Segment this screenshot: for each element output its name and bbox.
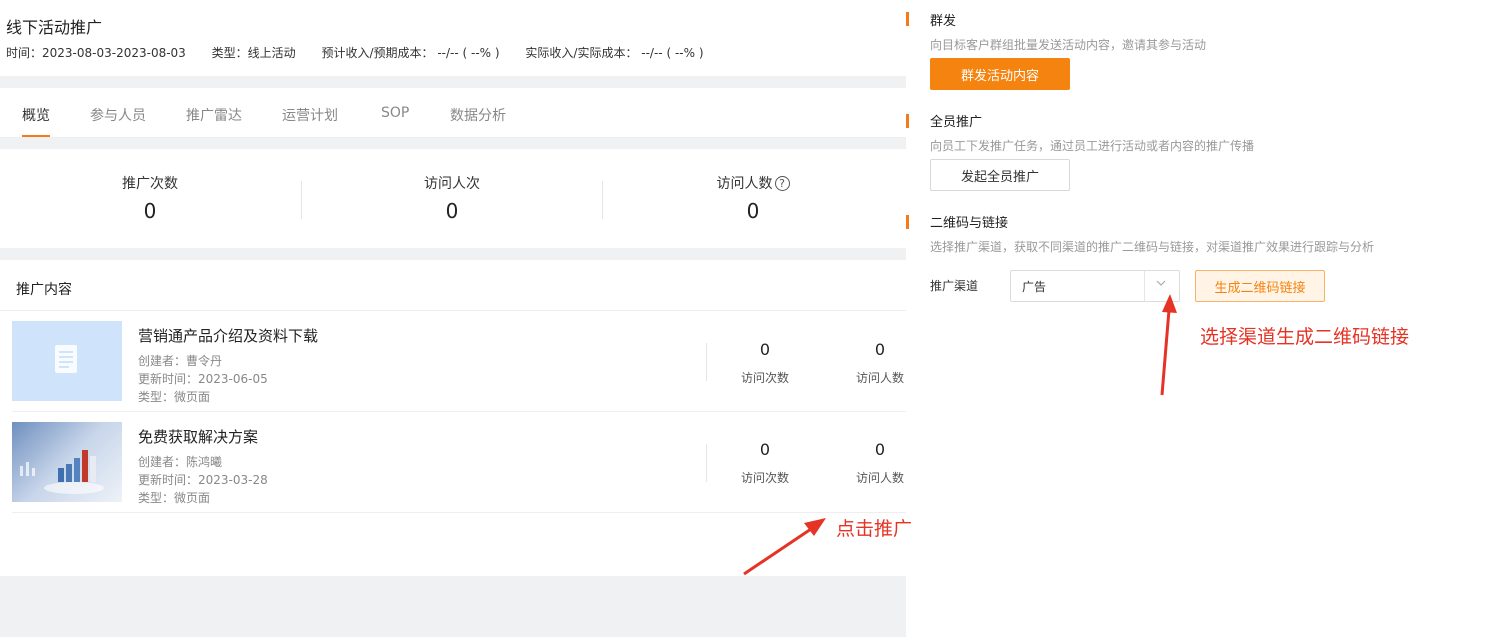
content-title[interactable]: 免费获取解决方案: [138, 426, 258, 447]
section-marker: [906, 215, 909, 229]
tab-overview[interactable]: 概览: [22, 105, 50, 125]
qr-link-title: 二维码与链接: [930, 216, 1009, 231]
content-creator: 创建者：曹令丹: [138, 354, 223, 368]
tab-participants[interactable]: 参与人员: [90, 105, 146, 125]
metric-value: 0: [759, 440, 771, 459]
promotion-side-panel: 群发 向目标客户群组批量发送活动内容，邀请其参与活动 群发活动内容 全员推广 向…: [906, 0, 1486, 637]
channel-select[interactable]: 广告: [1010, 270, 1180, 302]
qr-link-desc: 选择推广渠道，获取不同渠道的推广二维码与链接，对渠道推广效果进行跟踪与分析: [930, 240, 1375, 254]
stat-label: 访问人数: [716, 176, 773, 192]
active-tab-indicator: [22, 135, 50, 137]
tab-operation-plan[interactable]: 运营计划: [282, 105, 338, 125]
document-icon: [55, 345, 77, 373]
promotion-content: 推广内容 营销通产品介绍及资料下载 创建者：曹令丹 更新时间：2023-06-0…: [0, 260, 906, 576]
stat-label: 访问人次: [424, 176, 480, 192]
content-updated: 更新时间：2023-06-05: [138, 372, 268, 386]
stat-value: 0: [445, 199, 459, 223]
metric-label: 访问次数: [740, 471, 789, 485]
activity-actual: 实际收入/实际成本： --/-- ( --% ): [525, 46, 704, 60]
activity-header: 线下活动推广 时间：2023-08-03-2023-08-03 类型：线上活动 …: [0, 0, 906, 76]
channel-label: 推广渠道: [930, 279, 979, 293]
metric-label: 访问次数: [740, 371, 789, 385]
help-icon[interactable]: ?: [774, 175, 790, 191]
content-item[interactable]: 营销通产品介绍及资料下载 创建者：曹令丹 更新时间：2023-06-05 类型：…: [12, 311, 906, 412]
tab-promotion-radar[interactable]: 推广雷达: [186, 105, 242, 125]
all-staff-desc: 向员工下发推广任务，通过员工进行活动或者内容的推广传播: [930, 139, 1255, 153]
start-all-staff-button[interactable]: 发起全员推广: [930, 159, 1070, 191]
tab-sop[interactable]: SOP: [381, 105, 409, 121]
content-title[interactable]: 营销通产品介绍及资料下载: [138, 325, 318, 346]
chevron-down-icon[interactable]: [1155, 277, 1167, 292]
content-thumbnail: [12, 321, 122, 401]
annotation-click-promote: 点击推广: [836, 518, 913, 540]
stats-panel: 推广次数 0 访问人次 0 访问人数 ? 0: [0, 149, 906, 248]
main-area: 线下活动推广 时间：2023-08-03-2023-08-03 类型：线上活动 …: [0, 0, 906, 637]
stat-promotion-count: 推广次数 0: [0, 173, 300, 223]
channel-select-value: 广告: [1022, 280, 1047, 294]
mass-send-title: 群发: [930, 14, 957, 29]
chart-photo: [20, 450, 104, 494]
metric-value: 0: [759, 340, 771, 359]
content-item[interactable]: 免费获取解决方案 创建者：陈鸿曦 更新时间：2023-03-28 类型：微页面 …: [12, 412, 906, 513]
activity-time: 时间：2023-08-03-2023-08-03: [6, 46, 186, 60]
activity-expected: 预计收入/预期成本： --/-- ( --% ): [321, 46, 500, 60]
tab-bar: 概览 参与人员 推广雷达 运营计划 SOP 数据分析: [0, 88, 906, 138]
activity-type: 类型：线上活动: [211, 46, 296, 60]
tab-data-analysis[interactable]: 数据分析: [450, 105, 506, 125]
all-staff-title: 全员推广: [930, 115, 983, 130]
content-type: 类型：微页面: [138, 491, 211, 505]
stat-label: 推广次数: [122, 176, 178, 192]
annotation-select-channel: 选择渠道生成二维码链接: [1200, 326, 1410, 348]
metric-visits: 0 访问次数: [725, 440, 805, 486]
content-creator: 创建者：陈鸿曦: [138, 455, 223, 469]
page-title: 线下活动推广: [6, 18, 103, 37]
stat-value: 0: [746, 199, 760, 223]
divider: [706, 444, 707, 482]
section-marker: [906, 12, 909, 26]
mass-send-desc: 向目标客户群组批量发送活动内容，邀请其参与活动: [930, 38, 1207, 52]
metric-visits: 0 访问次数: [725, 340, 805, 386]
content-thumbnail: [12, 422, 122, 502]
activity-meta: 时间：2023-08-03-2023-08-03 类型：线上活动 预计收入/预期…: [6, 44, 726, 61]
divider: [1144, 271, 1145, 301]
content-type: 类型：微页面: [138, 390, 211, 404]
divider: [706, 343, 707, 381]
section-marker: [906, 114, 909, 128]
stat-visit-times: 访问人次 0: [302, 173, 602, 223]
generate-qr-link-button[interactable]: 生成二维码链接: [1195, 270, 1325, 302]
mass-send-button[interactable]: 群发活动内容: [930, 58, 1070, 90]
stat-visitors: 访问人数 ? 0: [603, 173, 903, 223]
content-updated: 更新时间：2023-03-28: [138, 473, 268, 487]
section-title: 推广内容: [16, 282, 72, 298]
stat-value: 0: [143, 199, 157, 223]
